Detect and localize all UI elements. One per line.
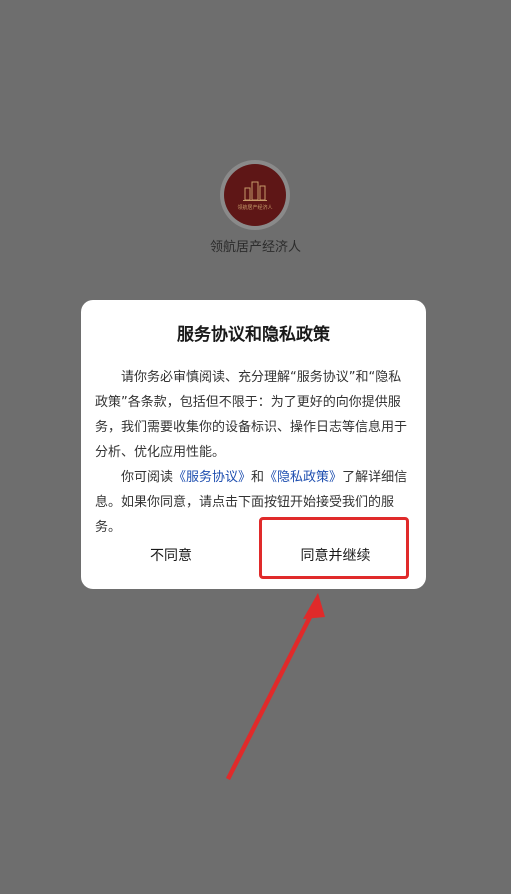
annotation-arrow	[226, 593, 325, 780]
